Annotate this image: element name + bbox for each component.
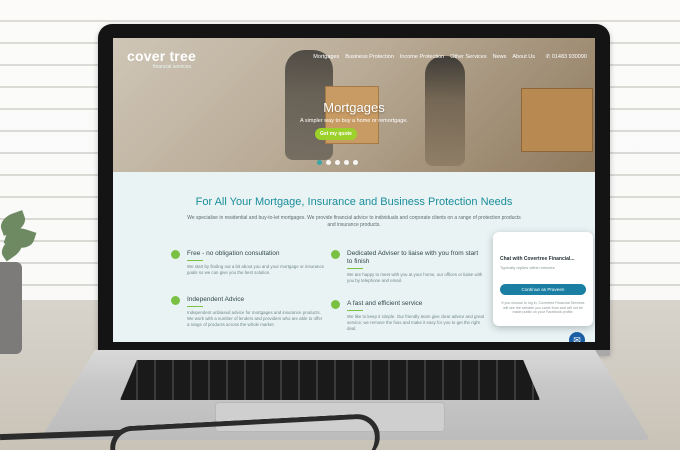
nav-business-protection[interactable]: Business Protection <box>345 54 394 60</box>
feature-text: We start by finding out a bit about you … <box>187 264 325 275</box>
carousel-dot[interactable] <box>317 160 322 165</box>
feature-text: We are happy to meet with you at your ho… <box>347 272 483 283</box>
site-logo-subtitle: financial services <box>153 64 192 70</box>
feature-title: Independent Advice <box>187 296 245 303</box>
site-logo[interactable]: cover tree <box>127 48 196 64</box>
carousel-dot[interactable] <box>326 160 331 165</box>
feature-underline <box>347 268 363 269</box>
chat-subtitle: Typically replies within minutes <box>500 265 555 270</box>
chat-bubbles-icon <box>171 250 180 259</box>
feature-underline <box>347 310 363 311</box>
get-quote-button[interactable]: Get my quote <box>315 128 357 140</box>
hero-banner: cover tree financial services Mortgages … <box>113 38 595 172</box>
section-title: For All Your Mortgage, Insurance and Bus… <box>195 196 513 208</box>
feature-title: Free - no obligation consultation <box>187 250 280 257</box>
hero-subtitle: A simpler way to buy a home or remortgag… <box>300 118 408 124</box>
nav-about-us[interactable]: About Us <box>512 54 535 60</box>
carousel-dot[interactable] <box>335 160 340 165</box>
carousel-dot[interactable] <box>353 160 358 165</box>
nav-mortgages[interactable]: Mortgages <box>313 54 339 60</box>
feature-title: A fast and efficient service <box>347 300 423 307</box>
messenger-icon[interactable]: ✉ <box>569 332 585 342</box>
feature-text: Independent unbiased advice for mortgage… <box>187 310 323 327</box>
plant-pot <box>0 262 22 354</box>
phone-number[interactable]: ✆ 01483 930090 <box>546 54 587 60</box>
carousel-dot[interactable] <box>344 160 349 165</box>
chat-privacy-note: If you choose to log in, Covertree Finan… <box>501 301 585 314</box>
nav-other-services[interactable]: Other Services <box>450 54 486 60</box>
thumbs-up-icon <box>171 296 180 305</box>
nav-income-protection[interactable]: Income Protection <box>400 54 444 60</box>
feature-underline <box>187 260 203 261</box>
hero-title: Mortgages <box>323 100 385 115</box>
feature-text: We like to keep it simple. Our friendly … <box>347 314 485 331</box>
feature-title: Dedicated Adviser to liaise with you fro… <box>347 250 479 265</box>
carousel-dots <box>317 160 358 165</box>
laptop-keyboard <box>120 360 540 400</box>
photo-scene: cover tree financial services Mortgages … <box>0 0 680 450</box>
plane-icon <box>331 300 340 309</box>
main-navigation: Mortgages Business Protection Income Pro… <box>313 54 535 60</box>
person-icon <box>331 250 340 259</box>
laptop-screen: cover tree financial services Mortgages … <box>113 38 595 342</box>
phone-text: 01483 930090 <box>551 54 587 60</box>
nav-news[interactable]: News <box>493 54 507 60</box>
feature-underline <box>187 306 203 307</box>
continue-as-button[interactable]: Continue as Praveen <box>500 284 586 295</box>
messenger-chat-widget[interactable]: Chat with Covertree Financial... Typical… <box>493 232 593 326</box>
chat-title: Chat with Covertree Financial... <box>500 256 575 262</box>
section-lead: We specialise in residential and buy-to-… <box>187 215 521 228</box>
